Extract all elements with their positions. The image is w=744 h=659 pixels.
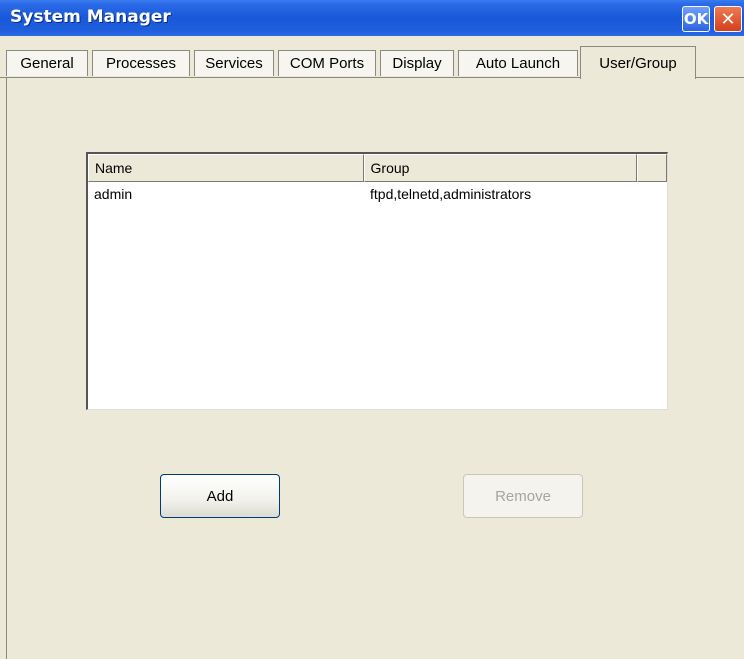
tab-display[interactable]: Display [380,50,454,76]
column-header-extra[interactable] [637,154,667,182]
tab-general[interactable]: General [6,50,88,76]
system-manager-window: System Manager OK ✕ General Processes Se… [0,0,744,659]
tab-panel-left-border [6,77,7,659]
user-group-list[interactable]: Name Group admin ftpd,telnetd,administra… [86,152,668,410]
column-header-name[interactable]: Name [88,154,364,182]
list-item-group: ftpd,telnetd,administrators [370,186,532,202]
remove-button[interactable]: Remove [463,474,583,518]
tab-processes[interactable]: Processes [92,50,190,76]
ok-button[interactable]: OK [682,6,710,32]
list-item[interactable]: admin ftpd,telnetd,administrators [88,184,667,206]
close-icon: ✕ [720,8,736,30]
add-button[interactable]: Add [160,474,280,518]
tab-services[interactable]: Services [194,50,274,76]
close-button[interactable]: ✕ [714,6,742,32]
list-header: Name Group [88,154,667,182]
tab-auto-launch[interactable]: Auto Launch [458,50,578,76]
column-header-group[interactable]: Group [363,154,638,182]
window-title: System Manager [10,7,171,27]
list-item-name: admin [94,186,133,202]
tab-user-group[interactable]: User/Group [580,46,696,79]
tab-com-ports[interactable]: COM Ports [278,50,376,76]
title-bar: System Manager OK ✕ [0,0,744,36]
tab-strip: General Processes Services COM Ports Dis… [6,46,744,79]
